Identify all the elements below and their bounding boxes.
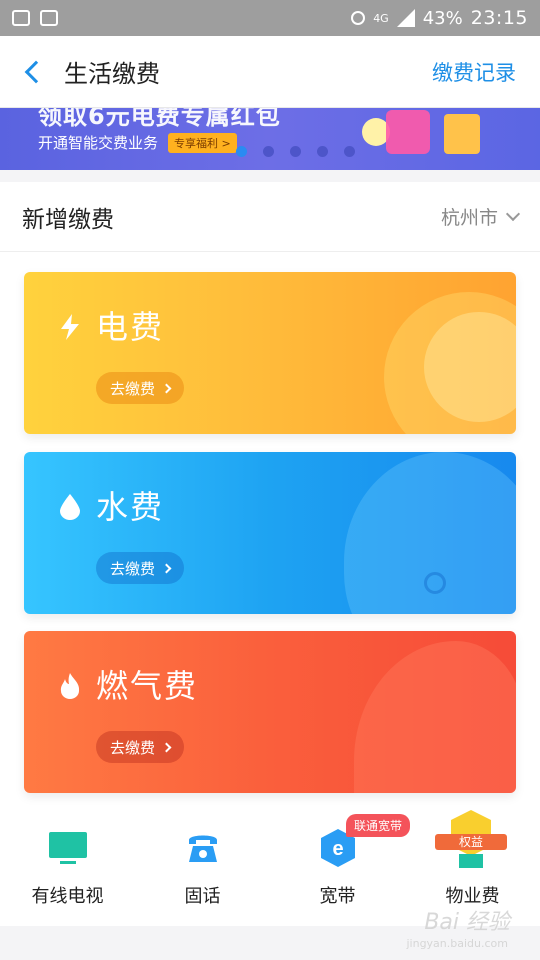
- section-title: 新增缴费: [22, 206, 114, 233]
- back-arrow-icon: [24, 60, 48, 83]
- promo-banner[interactable]: 领取6元电费专属红包 开通智能交费业务 专享福利 >: [0, 108, 540, 170]
- pay-button[interactable]: 去缴费: [96, 552, 185, 584]
- gift-box-illustration: [444, 114, 480, 154]
- tv-icon: [46, 826, 90, 870]
- alarm-icon: [351, 11, 366, 25]
- banner-subtitle: 开通智能交费业务: [38, 134, 159, 152]
- grid-item-broadband[interactable]: 联通宽带 e 宽带: [270, 808, 411, 926]
- electricity-card[interactable]: 电费 去缴费: [24, 272, 516, 434]
- card-title: 燃气费: [96, 667, 199, 705]
- chevron-down-icon: [505, 206, 521, 221]
- back-button[interactable]: [0, 36, 64, 108]
- card-title: 水费: [96, 488, 165, 526]
- payment-records-link[interactable]: 缴费记录: [432, 57, 516, 87]
- new-payment-header: 新增缴费 杭州市: [0, 182, 540, 252]
- grid-item-cable-tv[interactable]: 有线电视: [0, 808, 135, 926]
- message-notification-icon: [12, 10, 30, 26]
- pagination-dot[interactable]: [290, 146, 301, 157]
- baidu-watermark-url: jingyan.baidu.com: [406, 937, 508, 950]
- card-decoration: [354, 641, 516, 793]
- nav-bar: 生活缴费 缴费记录: [0, 36, 540, 108]
- pay-button-label: 去缴费: [110, 559, 156, 578]
- grid-item-landline[interactable]: 固话: [135, 808, 270, 926]
- flame-icon: [58, 673, 82, 699]
- banner-tag[interactable]: 专享福利 >: [168, 133, 237, 153]
- pagination-dot[interactable]: [263, 146, 274, 157]
- battery-level: 43%: [422, 7, 463, 29]
- city-label: 杭州市: [440, 207, 498, 229]
- card-decoration: [424, 572, 446, 594]
- chevron-right-icon: [161, 742, 172, 752]
- pay-button[interactable]: 去缴费: [96, 372, 185, 404]
- page-title: 生活缴费: [64, 60, 160, 88]
- gas-card[interactable]: 燃气费 去缴费: [24, 631, 516, 793]
- city-selector[interactable]: 杭州市: [440, 203, 521, 230]
- banner-title: 领取6元电费专属红包: [38, 108, 281, 130]
- pay-button-label: 去缴费: [110, 738, 156, 757]
- lightning-icon: [58, 314, 82, 340]
- pay-button-label: 去缴费: [110, 379, 156, 398]
- grid-label: 固话: [184, 886, 221, 907]
- card-title: 电费: [96, 308, 165, 346]
- gift-box-illustration: [386, 110, 430, 154]
- water-drop-icon: [58, 494, 82, 520]
- telephone-icon: [181, 826, 225, 870]
- clock: 23:15: [470, 7, 528, 29]
- chevron-right-icon: [161, 383, 172, 393]
- banner-pagination: [236, 146, 355, 157]
- pagination-dot[interactable]: [236, 146, 247, 157]
- water-card[interactable]: 水费 去缴费: [24, 452, 516, 614]
- rights-badge-label: 权益: [458, 835, 483, 849]
- image-notification-icon: [40, 10, 58, 26]
- pagination-dot[interactable]: [317, 146, 328, 157]
- status-bar: 4G 43% 23:15: [0, 0, 540, 36]
- grid-label: 有线电视: [31, 886, 104, 907]
- chevron-right-icon: [161, 563, 172, 573]
- signal-icon: [396, 9, 415, 27]
- pagination-dot[interactable]: [344, 146, 355, 157]
- network-type: 4G: [373, 11, 389, 25]
- grid-label: 宽带: [319, 886, 356, 907]
- baidu-watermark: Bai 经验: [424, 910, 510, 935]
- unicom-broadband-badge: 联通宽带: [346, 814, 411, 837]
- rights-badge-icon: 权益: [433, 808, 509, 870]
- pay-button[interactable]: 去缴费: [96, 731, 185, 763]
- svg-text:e: e: [332, 838, 343, 860]
